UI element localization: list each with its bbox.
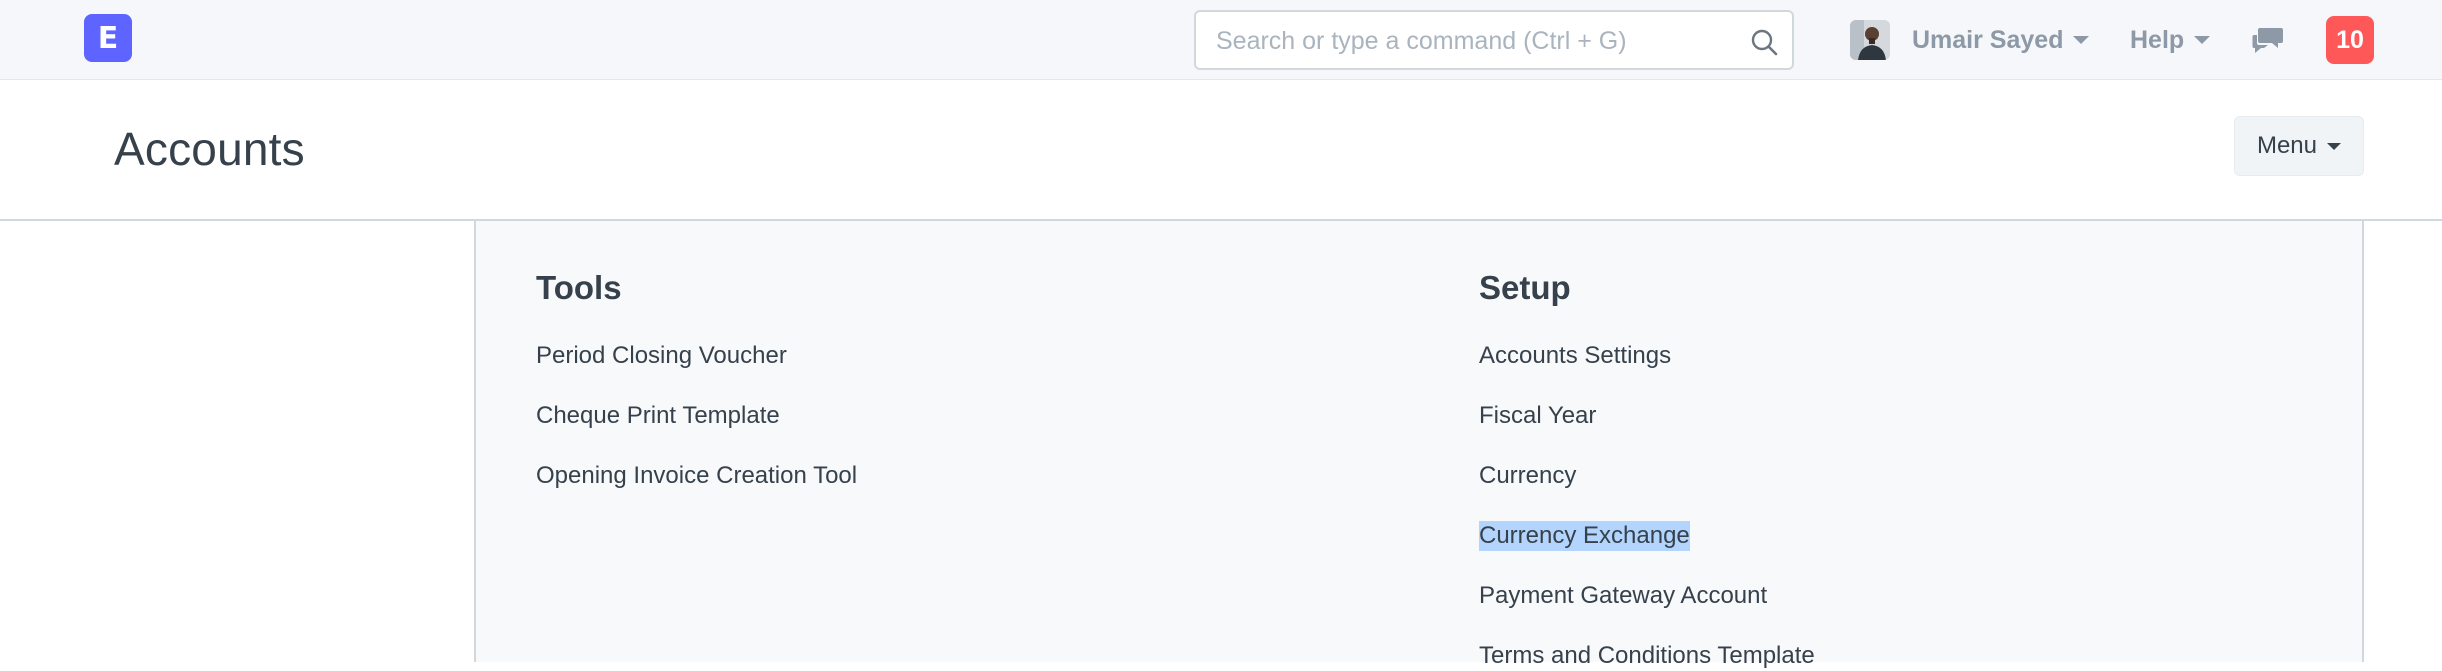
page-title: Accounts	[114, 123, 305, 175]
link-currency[interactable]: Currency	[1479, 461, 1576, 491]
chevron-down-icon	[2194, 36, 2211, 44]
link-period-closing-voucher[interactable]: Period Closing Voucher	[536, 341, 787, 371]
search-input[interactable]	[1214, 12, 1738, 70]
section-title-setup: Setup	[1479, 269, 1571, 306]
menu-label: Menu	[2256, 132, 2318, 159]
top-navbar: E Umair Sayed Help 10	[0, 0, 2442, 80]
notification-badge[interactable]: 10	[2326, 16, 2374, 64]
link-terms-and-conditions-template[interactable]: Terms and Conditions Template	[1479, 641, 1815, 671]
chat-icon[interactable]	[2252, 26, 2284, 54]
chevron-down-icon	[2073, 36, 2090, 44]
user-menu[interactable]: Umair Sayed	[1912, 24, 2090, 56]
link-currency-exchange[interactable]: Currency Exchange	[1479, 521, 1690, 551]
chevron-down-icon	[2327, 142, 2342, 150]
section-title-tools: Tools	[536, 269, 622, 306]
avatar-image	[1850, 20, 1890, 60]
search-bar[interactable]	[1194, 10, 1794, 70]
page-head: Accounts Menu	[0, 80, 2442, 221]
avatar[interactable]	[1850, 20, 1890, 60]
help-menu[interactable]: Help	[2130, 24, 2211, 56]
search-icon[interactable]	[1750, 28, 1778, 56]
menu-button[interactable]: Menu	[2234, 116, 2364, 176]
logo-letter: E	[97, 20, 119, 56]
link-fiscal-year[interactable]: Fiscal Year	[1479, 401, 1596, 431]
link-cheque-print-template[interactable]: Cheque Print Template	[536, 401, 780, 431]
app-logo[interactable]: E	[84, 14, 132, 62]
link-opening-invoice-creation-tool[interactable]: Opening Invoice Creation Tool	[536, 461, 857, 491]
user-name: Umair Sayed	[1912, 25, 2064, 54]
notification-count: 10	[2336, 25, 2364, 54]
link-payment-gateway-account[interactable]: Payment Gateway Account	[1479, 581, 1767, 611]
link-accounts-settings[interactable]: Accounts Settings	[1479, 341, 1671, 371]
module-content: Tools Period Closing Voucher Cheque Prin…	[474, 221, 2364, 669]
help-label: Help	[2130, 25, 2185, 54]
